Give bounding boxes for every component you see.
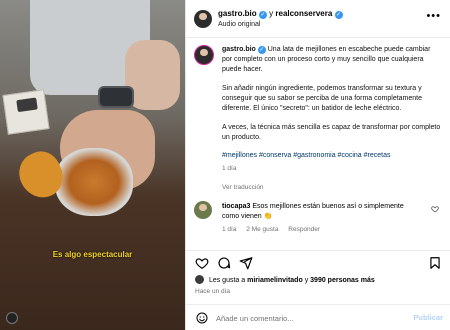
comment-input[interactable] (216, 311, 406, 325)
video-can (55, 148, 133, 216)
verified-icon: ✓ (334, 11, 343, 19)
emoji-icon[interactable] (196, 312, 208, 324)
comment-time: 1 día (222, 226, 237, 233)
likes-line: Les gusta a miriamelinvitado y 3990 pers… (195, 275, 375, 284)
comment-icon[interactable] (217, 256, 231, 270)
translate-link[interactable]: Ver traducción (222, 184, 264, 191)
post-body: gastro.bio ✓ Una lata de mejillones en e… (186, 38, 450, 248)
action-bar (186, 250, 450, 272)
caption-author-avatar[interactable] (194, 45, 214, 65)
commenter-avatar[interactable] (194, 201, 212, 219)
post-age: Hace un día (195, 288, 231, 295)
likes-count-link[interactable]: 3990 personas más (310, 277, 375, 284)
video-box-label (16, 97, 38, 113)
more-options-icon[interactable]: ••• (426, 10, 441, 22)
comment-composer: Publicar (186, 304, 450, 330)
post-panel: gastro.bio ✓ y realconservera ✓ Audio or… (185, 0, 450, 330)
liker-link[interactable]: miriamelinvitado (247, 277, 303, 284)
comment-body: Esos mejillones están buenos así o simpl… (222, 203, 404, 220)
bookmark-icon[interactable] (428, 256, 442, 270)
post-header: gastro.bio ✓ y realconservera ✓ Audio or… (186, 0, 450, 38)
video-caption: Es algo espectacular (52, 250, 133, 259)
likes-prefix: Les gusta a (208, 277, 246, 284)
video-watch (98, 86, 134, 108)
verified-icon: ✓ (257, 46, 266, 54)
video-player[interactable]: Es algo espectacular (0, 0, 185, 330)
caption-author-link[interactable]: gastro.bio (222, 46, 256, 53)
post-time: 1 día (222, 165, 237, 172)
author-link[interactable]: gastro.bio (218, 9, 257, 18)
liker-avatar (195, 275, 204, 284)
comment-likes[interactable]: 2 Me gusta (246, 226, 278, 233)
reply-button[interactable]: Responder (288, 226, 320, 233)
caption-paragraph-1: gastro.bio ✓ Una lata de mejillones en e… (222, 45, 442, 75)
send-icon[interactable] (239, 256, 253, 270)
publish-button[interactable]: Publicar (413, 313, 443, 322)
comment-like-icon[interactable] (431, 205, 439, 213)
caption-paragraph-2: Sin añadir ningún ingrediente, podemos t… (222, 85, 423, 112)
separator-text: y (269, 9, 274, 18)
hashtags-link[interactable]: #mejillones #conserva #gastronomia #coci… (222, 152, 390, 159)
likes-middle: y (304, 277, 309, 284)
caption-paragraph-3: A veces, la técnica más sencilla es capa… (222, 124, 441, 141)
audio-link[interactable]: Audio original (218, 21, 260, 28)
author-line: gastro.bio ✓ y realconservera ✓ (218, 9, 343, 19)
author-avatar[interactable] (194, 10, 212, 28)
heart-icon[interactable] (195, 256, 209, 270)
video-avatar[interactable] (6, 312, 18, 324)
coauthor-link[interactable]: realconservera (275, 9, 332, 18)
comment-text: tiocapa3 Esos mejillones están buenos as… (222, 202, 422, 222)
verified-icon: ✓ (258, 11, 267, 19)
comment-meta: 1 día 2 Me gusta Responder (222, 226, 328, 233)
video-box (2, 89, 50, 135)
commenter-link[interactable]: tiocapa3 (222, 203, 250, 210)
